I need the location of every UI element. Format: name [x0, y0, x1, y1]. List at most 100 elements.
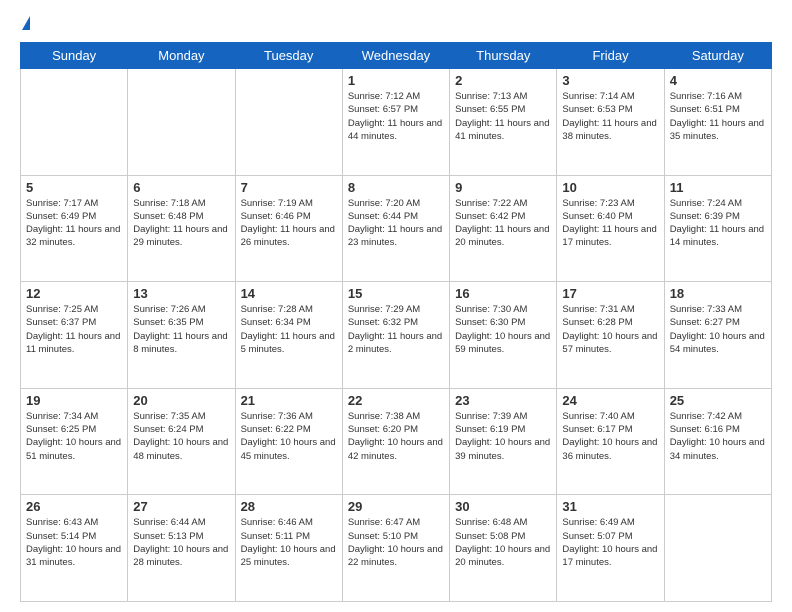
day-number: 13 [133, 286, 229, 301]
day-cell: 13 Sunrise: 7:26 AMSunset: 6:35 PMDayligh… [128, 282, 235, 389]
weekday-header-wednesday: Wednesday [342, 43, 449, 69]
week-row-4: 26Sunrise: 6:43 AMSunset: 5:14 PMDayligh… [21, 495, 772, 602]
week-row-1: 5Sunrise: 7:17 AMSunset: 6:49 PMDaylight… [21, 175, 772, 282]
day-cell [664, 495, 771, 602]
weekday-header-friday: Friday [557, 43, 664, 69]
day-number: 14 [241, 286, 337, 301]
day-info: Sunrise: 7:40 AMSunset: 6:17 PMDaylight:… [562, 410, 658, 463]
day-number: 28 [241, 499, 337, 514]
weekday-header-saturday: Saturday [664, 43, 771, 69]
day-cell: 5Sunrise: 7:17 AMSunset: 6:49 PMDaylight… [21, 175, 128, 282]
day-cell: 20Sunrise: 7:35 AMSunset: 6:24 PMDayligh… [128, 388, 235, 495]
day-cell: 18 Sunrise: 7:33 AMSunset: 6:27 PMDayligh… [664, 282, 771, 389]
day-number: 5 [26, 180, 122, 195]
day-number: 25 [670, 393, 766, 408]
day-cell: 24 Sunrise: 7:40 AMSunset: 6:17 PMDayligh… [557, 388, 664, 495]
day-number: 23 [455, 393, 551, 408]
day-number: 9 [455, 180, 551, 195]
day-info: Sunrise: 7:26 AMSunset: 6:35 PMDaylight:… [133, 303, 229, 356]
day-cell: 15 Sunrise: 7:29 AMSunset: 6:32 PMDayligh… [342, 282, 449, 389]
day-cell: 26Sunrise: 6:43 AMSunset: 5:14 PMDayligh… [21, 495, 128, 602]
day-number: 2 [455, 73, 551, 88]
day-number: 18 [670, 286, 766, 301]
day-info: Sunrise: 7:33 AMSunset: 6:27 PMDaylight:… [670, 303, 766, 356]
day-info: Sunrise: 7:20 AMSunset: 6:44 PMDaylight:… [348, 197, 444, 250]
day-number: 27 [133, 499, 229, 514]
day-cell: 25 Sunrise: 7:42 AMSunset: 6:16 PMDayligh… [664, 388, 771, 495]
day-info: Sunrise: 7:13 AMSunset: 6:55 PMDaylight:… [455, 90, 551, 143]
day-number: 21 [241, 393, 337, 408]
day-info: Sunrise: 7:42 AMSunset: 6:16 PMDaylight:… [670, 410, 766, 463]
day-info: Sunrise: 6:46 AMSunset: 5:11 PMDaylight:… [241, 516, 337, 569]
day-number: 24 [562, 393, 658, 408]
day-number: 22 [348, 393, 444, 408]
day-number: 15 [348, 286, 444, 301]
day-number: 20 [133, 393, 229, 408]
day-cell: 10Sunrise: 7:23 AMSunset: 6:40 PMDayligh… [557, 175, 664, 282]
day-cell: 1 Sunrise: 7:12 AMSunset: 6:57 PMDaylight… [342, 69, 449, 176]
day-number: 11 [670, 180, 766, 195]
weekday-header-monday: Monday [128, 43, 235, 69]
page: SundayMondayTuesdayWednesdayThursdayFrid… [0, 0, 792, 612]
day-cell: 30 Sunrise: 6:48 AMSunset: 5:08 PMDayligh… [450, 495, 557, 602]
day-number: 31 [562, 499, 658, 514]
day-cell: 27 Sunrise: 6:44 AMSunset: 5:13 PMDayligh… [128, 495, 235, 602]
day-number: 1 [348, 73, 444, 88]
day-cell: 7 Sunrise: 7:19 AMSunset: 6:46 PMDaylight… [235, 175, 342, 282]
day-number: 6 [133, 180, 229, 195]
day-number: 10 [562, 180, 658, 195]
day-number: 26 [26, 499, 122, 514]
day-cell: 2 Sunrise: 7:13 AMSunset: 6:55 PMDaylight… [450, 69, 557, 176]
day-info: Sunrise: 7:30 AMSunset: 6:30 PMDaylight:… [455, 303, 551, 356]
day-cell [235, 69, 342, 176]
day-cell: 11 Sunrise: 7:24 AMSunset: 6:39 PMDayligh… [664, 175, 771, 282]
day-cell: 21 Sunrise: 7:36 AMSunset: 6:22 PMDayligh… [235, 388, 342, 495]
day-info: Sunrise: 7:38 AMSunset: 6:20 PMDaylight:… [348, 410, 444, 463]
day-number: 12 [26, 286, 122, 301]
weekday-header-sunday: Sunday [21, 43, 128, 69]
day-info: Sunrise: 7:16 AMSunset: 6:51 PMDaylight:… [670, 90, 766, 143]
day-info: Sunrise: 7:29 AMSunset: 6:32 PMDaylight:… [348, 303, 444, 356]
week-row-0: 1 Sunrise: 7:12 AMSunset: 6:57 PMDaylight… [21, 69, 772, 176]
header [20, 16, 772, 32]
day-number: 30 [455, 499, 551, 514]
day-info: Sunrise: 7:34 AMSunset: 6:25 PMDaylight:… [26, 410, 122, 463]
day-info: Sunrise: 7:18 AMSunset: 6:48 PMDaylight:… [133, 197, 229, 250]
day-info: Sunrise: 6:49 AMSunset: 5:07 PMDaylight:… [562, 516, 658, 569]
day-number: 17 [562, 286, 658, 301]
day-info: Sunrise: 7:24 AMSunset: 6:39 PMDaylight:… [670, 197, 766, 250]
weekday-header-row: SundayMondayTuesdayWednesdayThursdayFrid… [21, 43, 772, 69]
week-row-3: 19Sunrise: 7:34 AMSunset: 6:25 PMDayligh… [21, 388, 772, 495]
day-number: 7 [241, 180, 337, 195]
day-cell: 22 Sunrise: 7:38 AMSunset: 6:20 PMDayligh… [342, 388, 449, 495]
day-info: Sunrise: 6:47 AMSunset: 5:10 PMDaylight:… [348, 516, 444, 569]
day-info: Sunrise: 7:36 AMSunset: 6:22 PMDaylight:… [241, 410, 337, 463]
day-cell: 9 Sunrise: 7:22 AMSunset: 6:42 PMDaylight… [450, 175, 557, 282]
day-cell: 23 Sunrise: 7:39 AMSunset: 6:19 PMDayligh… [450, 388, 557, 495]
day-cell [21, 69, 128, 176]
day-number: 8 [348, 180, 444, 195]
day-number: 4 [670, 73, 766, 88]
day-number: 16 [455, 286, 551, 301]
day-info: Sunrise: 7:22 AMSunset: 6:42 PMDaylight:… [455, 197, 551, 250]
day-cell: 6 Sunrise: 7:18 AMSunset: 6:48 PMDaylight… [128, 175, 235, 282]
day-cell: 28 Sunrise: 6:46 AMSunset: 5:11 PMDayligh… [235, 495, 342, 602]
weekday-header-tuesday: Tuesday [235, 43, 342, 69]
day-info: Sunrise: 7:12 AMSunset: 6:57 PMDaylight:… [348, 90, 444, 143]
day-info: Sunrise: 7:14 AMSunset: 6:53 PMDaylight:… [562, 90, 658, 143]
day-number: 3 [562, 73, 658, 88]
day-info: Sunrise: 6:44 AMSunset: 5:13 PMDaylight:… [133, 516, 229, 569]
day-cell: 29 Sunrise: 6:47 AMSunset: 5:10 PMDayligh… [342, 495, 449, 602]
day-info: Sunrise: 6:48 AMSunset: 5:08 PMDaylight:… [455, 516, 551, 569]
day-cell: 19Sunrise: 7:34 AMSunset: 6:25 PMDayligh… [21, 388, 128, 495]
day-cell: 4 Sunrise: 7:16 AMSunset: 6:51 PMDaylight… [664, 69, 771, 176]
day-info: Sunrise: 7:25 AMSunset: 6:37 PMDaylight:… [26, 303, 122, 356]
day-cell: 17 Sunrise: 7:31 AMSunset: 6:28 PMDayligh… [557, 282, 664, 389]
day-info: Sunrise: 7:39 AMSunset: 6:19 PMDaylight:… [455, 410, 551, 463]
day-info: Sunrise: 7:19 AMSunset: 6:46 PMDaylight:… [241, 197, 337, 250]
day-cell: 3 Sunrise: 7:14 AMSunset: 6:53 PMDaylight… [557, 69, 664, 176]
day-info: Sunrise: 7:31 AMSunset: 6:28 PMDaylight:… [562, 303, 658, 356]
day-cell: 14Sunrise: 7:28 AMSunset: 6:34 PMDayligh… [235, 282, 342, 389]
day-number: 29 [348, 499, 444, 514]
week-row-2: 12 Sunrise: 7:25 AMSunset: 6:37 PMDayligh… [21, 282, 772, 389]
